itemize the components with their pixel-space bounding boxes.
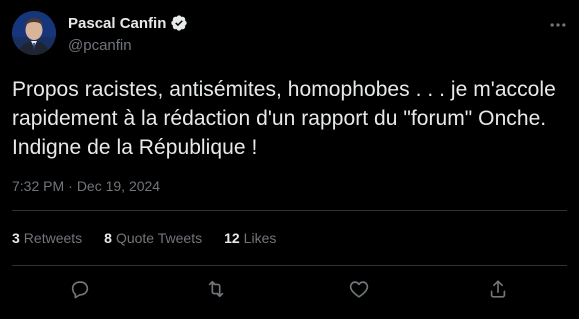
retweet-button[interactable] [203, 276, 229, 302]
divider [12, 265, 567, 266]
likes-count: 12 [224, 230, 240, 246]
divider [12, 210, 567, 211]
tweet-time: 7:32 PM [12, 178, 65, 194]
retweets-stat[interactable]: 3 Retweets [12, 230, 82, 246]
quotes-stat[interactable]: 8 Quote Tweets [104, 230, 202, 246]
tweet-text: Propos racistes, antisémites, homophobes… [12, 78, 556, 159]
author-handle[interactable]: @pcanfin [68, 37, 132, 54]
tweet-stats: 3 Retweets 8 Quote Tweets 12 Likes [12, 230, 276, 246]
like-icon [349, 281, 369, 298]
reply-button[interactable] [67, 276, 93, 302]
likes-label: Likes [243, 230, 277, 246]
avatar[interactable] [12, 11, 56, 55]
tweet-card: Pascal Canfin @pcanfin Propos racistes, … [0, 0, 579, 319]
action-bar [0, 276, 579, 302]
reply-icon [71, 281, 89, 299]
tweet-timestamp[interactable]: 7:32 PM · Dec 19, 2024 [12, 178, 160, 194]
share-button[interactable] [485, 276, 511, 302]
more-icon [550, 23, 566, 27]
retweet-icon [208, 280, 224, 298]
author-display-name[interactable]: Pascal Canfin [68, 15, 166, 32]
quotes-label: Quote Tweets [115, 230, 203, 246]
meta-separator: · [68, 178, 73, 194]
tweet-date: Dec 19, 2024 [76, 178, 161, 194]
quotes-count: 8 [104, 230, 112, 246]
likes-stat[interactable]: 12 Likes [224, 230, 276, 246]
like-button[interactable] [346, 276, 372, 302]
more-button[interactable] [546, 13, 570, 37]
share-icon [490, 280, 506, 298]
verified-badge-icon [170, 14, 188, 32]
retweets-count: 3 [12, 230, 20, 246]
author-name-row: Pascal Canfin [68, 14, 188, 32]
retweets-label: Retweets [23, 230, 83, 246]
